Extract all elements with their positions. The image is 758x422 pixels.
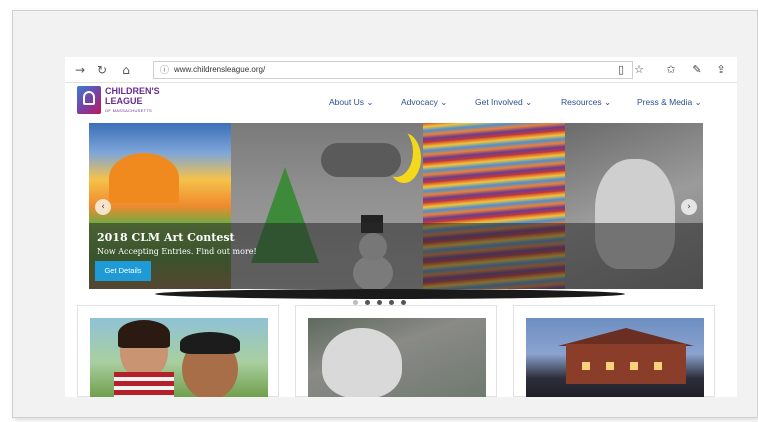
reload-icon[interactable]: ↻ [93,61,111,79]
chevron-left-icon[interactable]: ‹ [95,199,111,215]
pen-icon[interactable]: ✎ [689,61,705,79]
hero-subtitle: Now Accepting Entries. Find out more! [97,247,257,256]
logo-hand-icon [77,86,101,114]
share-icon[interactable]: ⇪ [713,61,729,79]
feature-card-family[interactable] [77,305,279,397]
site-logo[interactable]: CHILDREN'S LEAGUE OF MASSACHUSETTS [77,86,165,116]
browser-window: → ↻ ⌂ ⓘ www.childrensleague.org/ ▯ ☆ ✩ ✎… [65,57,737,397]
chevron-right-icon[interactable]: › [681,199,697,215]
logo-line-1: CHILDREN'S [105,86,160,96]
get-details-button[interactable]: Get Details [95,261,151,281]
hero-title: 2018 CLM Art Contest [97,231,235,244]
nav-about-us[interactable]: About Us ⌄ [329,97,373,108]
nav-resources[interactable]: Resources ⌄ [561,97,611,108]
family-photo [90,318,268,397]
logo-line-3: OF MASSACHUSETTS [105,108,153,113]
screenshot-frame: → ↻ ⌂ ⓘ www.childrensleague.org/ ▯ ☆ ✩ ✎… [12,10,758,418]
nav-get-involved[interactable]: Get Involved ⌄ [475,97,532,108]
carousel-shadow [155,289,625,299]
address-bar[interactable]: ⓘ www.childrensleague.org/ [153,61,633,79]
favorites-icon[interactable]: ✩ [663,61,679,79]
back-arrow-icon[interactable]: → [71,61,89,79]
browser-toolbar: → ↻ ⌂ ⓘ www.childrensleague.org/ ▯ ☆ ✩ ✎… [65,57,737,83]
nav-advocacy[interactable]: Advocacy ⌄ [401,97,447,108]
hero-carousel: 2018 CLM Art Contest Now Accepting Entri… [89,123,703,289]
logo-line-2: LEAGUE [105,96,143,106]
hero-caption: 2018 CLM Art Contest Now Accepting Entri… [89,223,703,289]
building-photo [526,318,704,397]
star-icon[interactable]: ☆ [631,61,647,79]
nav-press-media[interactable]: Press & Media ⌄ [637,97,702,108]
site-header: CHILDREN'S LEAGUE OF MASSACHUSETTS About… [65,83,737,123]
feature-card-wolf-art[interactable] [295,305,497,397]
url-text: www.childrensleague.org/ [174,65,266,74]
wolf-artwork-photo [308,318,486,397]
feature-card-building[interactable] [513,305,715,397]
reading-view-icon[interactable]: ▯ [613,61,629,79]
info-icon: ⓘ [160,66,170,76]
home-icon[interactable]: ⌂ [117,61,135,79]
